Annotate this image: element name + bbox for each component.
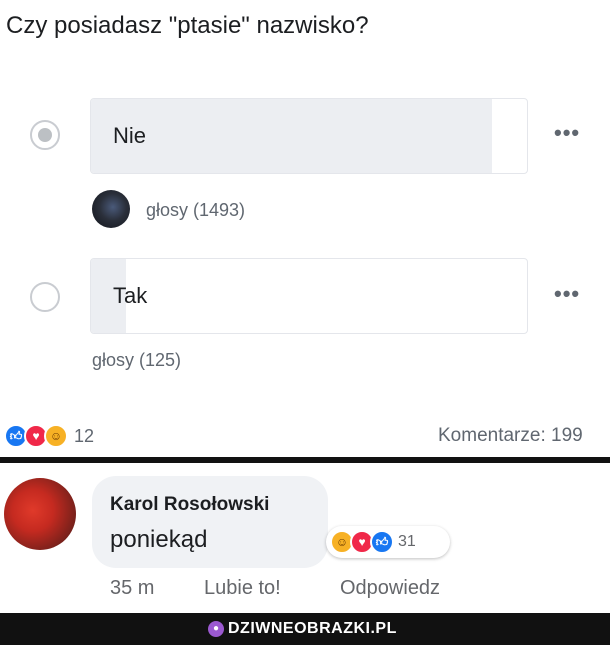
- comment-bubble: Karol Rosołowski poniekąd: [92, 476, 328, 568]
- like-comment-link[interactable]: Lubie to!: [204, 577, 281, 600]
- option-label: Tak: [113, 283, 148, 308]
- comment-text: poniekąd: [110, 526, 208, 553]
- poll-option-nie[interactable]: Nie: [90, 98, 528, 174]
- poll-option-tak[interactable]: Tak: [90, 258, 528, 334]
- divider: [0, 457, 610, 463]
- comment-reactions[interactable]: ☺ ♥ 👍︎ 31: [326, 526, 450, 558]
- haha-icon[interactable]: ☺: [44, 424, 68, 448]
- radio-option-nie[interactable]: [30, 120, 60, 150]
- ellipsis-icon[interactable]: •••: [554, 283, 580, 305]
- voter-avatar[interactable]: [92, 190, 130, 228]
- option-label: Nie: [113, 123, 147, 148]
- votes-count-nie[interactable]: głosy (1493): [146, 200, 245, 221]
- footer-bar: ● DZIWNEOBRAZKI.PL: [0, 613, 610, 645]
- poll-question: Czy posiadasz "ptasie" nazwisko?: [6, 12, 369, 39]
- site-watermark: DZIWNEOBRAZKI.PL: [228, 620, 397, 637]
- option-fill-bar: [91, 99, 493, 173]
- reply-link[interactable]: Odpowiedz: [340, 577, 440, 600]
- comment-reaction-count: 31: [398, 533, 416, 550]
- like-icon: 👍︎: [370, 530, 394, 554]
- radio-option-tak[interactable]: [30, 282, 60, 312]
- site-logo-icon: ●: [208, 621, 224, 637]
- avatar[interactable]: [4, 478, 76, 550]
- comment-author[interactable]: Karol Rosołowski: [110, 494, 269, 516]
- votes-count-tak[interactable]: głosy (125): [92, 350, 181, 371]
- ellipsis-icon[interactable]: •••: [554, 122, 580, 144]
- comment-timestamp[interactable]: 35 m: [110, 577, 154, 600]
- reaction-count[interactable]: 12: [74, 426, 94, 447]
- comments-count-link[interactable]: Komentarze: 199: [438, 425, 583, 447]
